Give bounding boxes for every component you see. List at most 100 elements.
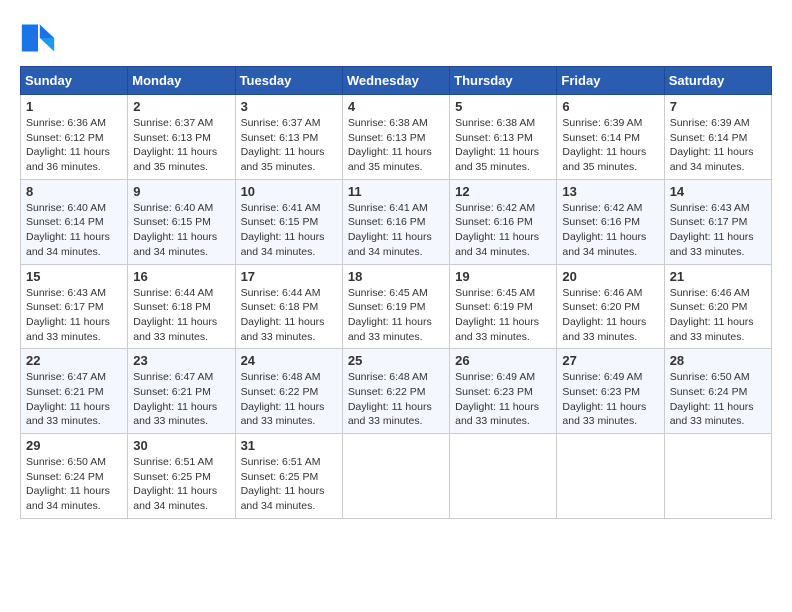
day-number: 29 — [26, 438, 122, 453]
calendar-cell — [557, 434, 664, 519]
day-info: Sunrise: 6:37 AMSunset: 6:13 PMDaylight:… — [133, 116, 229, 175]
day-header-sunday: Sunday — [21, 67, 128, 95]
day-number: 12 — [455, 184, 551, 199]
calendar-cell: 6 Sunrise: 6:39 AMSunset: 6:14 PMDayligh… — [557, 95, 664, 180]
day-info: Sunrise: 6:47 AMSunset: 6:21 PMDaylight:… — [133, 370, 229, 429]
day-number: 30 — [133, 438, 229, 453]
calendar-cell: 26 Sunrise: 6:49 AMSunset: 6:23 PMDaylig… — [450, 349, 557, 434]
calendar-cell: 17 Sunrise: 6:44 AMSunset: 6:18 PMDaylig… — [235, 264, 342, 349]
day-info: Sunrise: 6:50 AMSunset: 6:24 PMDaylight:… — [26, 455, 122, 514]
calendar-cell: 30 Sunrise: 6:51 AMSunset: 6:25 PMDaylig… — [128, 434, 235, 519]
day-info: Sunrise: 6:42 AMSunset: 6:16 PMDaylight:… — [455, 201, 551, 260]
day-info: Sunrise: 6:46 AMSunset: 6:20 PMDaylight:… — [670, 286, 766, 345]
calendar-cell: 21 Sunrise: 6:46 AMSunset: 6:20 PMDaylig… — [664, 264, 771, 349]
calendar-cell: 18 Sunrise: 6:45 AMSunset: 6:19 PMDaylig… — [342, 264, 449, 349]
day-number: 19 — [455, 269, 551, 284]
calendar-cell: 2 Sunrise: 6:37 AMSunset: 6:13 PMDayligh… — [128, 95, 235, 180]
day-number: 31 — [241, 438, 337, 453]
day-number: 9 — [133, 184, 229, 199]
calendar-cell — [342, 434, 449, 519]
day-info: Sunrise: 6:51 AMSunset: 6:25 PMDaylight:… — [133, 455, 229, 514]
day-info: Sunrise: 6:38 AMSunset: 6:13 PMDaylight:… — [455, 116, 551, 175]
calendar-cell: 31 Sunrise: 6:51 AMSunset: 6:25 PMDaylig… — [235, 434, 342, 519]
day-header-thursday: Thursday — [450, 67, 557, 95]
day-info: Sunrise: 6:51 AMSunset: 6:25 PMDaylight:… — [241, 455, 337, 514]
day-number: 21 — [670, 269, 766, 284]
day-number: 17 — [241, 269, 337, 284]
day-header-saturday: Saturday — [664, 67, 771, 95]
day-header-friday: Friday — [557, 67, 664, 95]
day-info: Sunrise: 6:40 AMSunset: 6:14 PMDaylight:… — [26, 201, 122, 260]
calendar-cell: 4 Sunrise: 6:38 AMSunset: 6:13 PMDayligh… — [342, 95, 449, 180]
calendar-week-3: 15 Sunrise: 6:43 AMSunset: 6:17 PMDaylig… — [21, 264, 772, 349]
day-number: 8 — [26, 184, 122, 199]
day-info: Sunrise: 6:43 AMSunset: 6:17 PMDaylight:… — [670, 201, 766, 260]
day-number: 24 — [241, 353, 337, 368]
calendar-cell: 13 Sunrise: 6:42 AMSunset: 6:16 PMDaylig… — [557, 179, 664, 264]
calendar-cell: 29 Sunrise: 6:50 AMSunset: 6:24 PMDaylig… — [21, 434, 128, 519]
day-info: Sunrise: 6:44 AMSunset: 6:18 PMDaylight:… — [133, 286, 229, 345]
day-number: 16 — [133, 269, 229, 284]
day-info: Sunrise: 6:43 AMSunset: 6:17 PMDaylight:… — [26, 286, 122, 345]
day-number: 28 — [670, 353, 766, 368]
calendar-cell: 15 Sunrise: 6:43 AMSunset: 6:17 PMDaylig… — [21, 264, 128, 349]
calendar-cell: 9 Sunrise: 6:40 AMSunset: 6:15 PMDayligh… — [128, 179, 235, 264]
calendar-cell: 16 Sunrise: 6:44 AMSunset: 6:18 PMDaylig… — [128, 264, 235, 349]
calendar-cell — [664, 434, 771, 519]
calendar-cell: 24 Sunrise: 6:48 AMSunset: 6:22 PMDaylig… — [235, 349, 342, 434]
page-header — [20, 20, 772, 56]
day-info: Sunrise: 6:46 AMSunset: 6:20 PMDaylight:… — [562, 286, 658, 345]
calendar-cell: 5 Sunrise: 6:38 AMSunset: 6:13 PMDayligh… — [450, 95, 557, 180]
logo — [20, 20, 62, 56]
day-number: 25 — [348, 353, 444, 368]
calendar-cell: 23 Sunrise: 6:47 AMSunset: 6:21 PMDaylig… — [128, 349, 235, 434]
calendar-week-1: 1 Sunrise: 6:36 AMSunset: 6:12 PMDayligh… — [21, 95, 772, 180]
calendar-week-2: 8 Sunrise: 6:40 AMSunset: 6:14 PMDayligh… — [21, 179, 772, 264]
day-number: 27 — [562, 353, 658, 368]
day-info: Sunrise: 6:49 AMSunset: 6:23 PMDaylight:… — [455, 370, 551, 429]
day-number: 6 — [562, 99, 658, 114]
day-info: Sunrise: 6:41 AMSunset: 6:16 PMDaylight:… — [348, 201, 444, 260]
day-info: Sunrise: 6:39 AMSunset: 6:14 PMDaylight:… — [670, 116, 766, 175]
day-info: Sunrise: 6:39 AMSunset: 6:14 PMDaylight:… — [562, 116, 658, 175]
day-info: Sunrise: 6:41 AMSunset: 6:15 PMDaylight:… — [241, 201, 337, 260]
calendar-week-5: 29 Sunrise: 6:50 AMSunset: 6:24 PMDaylig… — [21, 434, 772, 519]
day-info: Sunrise: 6:45 AMSunset: 6:19 PMDaylight:… — [455, 286, 551, 345]
day-info: Sunrise: 6:48 AMSunset: 6:22 PMDaylight:… — [348, 370, 444, 429]
day-info: Sunrise: 6:45 AMSunset: 6:19 PMDaylight:… — [348, 286, 444, 345]
calendar: SundayMondayTuesdayWednesdayThursdayFrid… — [20, 66, 772, 519]
day-info: Sunrise: 6:50 AMSunset: 6:24 PMDaylight:… — [670, 370, 766, 429]
calendar-cell: 27 Sunrise: 6:49 AMSunset: 6:23 PMDaylig… — [557, 349, 664, 434]
calendar-cell: 10 Sunrise: 6:41 AMSunset: 6:15 PMDaylig… — [235, 179, 342, 264]
day-number: 1 — [26, 99, 122, 114]
day-number: 18 — [348, 269, 444, 284]
calendar-cell — [450, 434, 557, 519]
day-info: Sunrise: 6:48 AMSunset: 6:22 PMDaylight:… — [241, 370, 337, 429]
day-number: 2 — [133, 99, 229, 114]
calendar-week-4: 22 Sunrise: 6:47 AMSunset: 6:21 PMDaylig… — [21, 349, 772, 434]
day-header-wednesday: Wednesday — [342, 67, 449, 95]
day-number: 13 — [562, 184, 658, 199]
calendar-cell: 22 Sunrise: 6:47 AMSunset: 6:21 PMDaylig… — [21, 349, 128, 434]
day-number: 23 — [133, 353, 229, 368]
day-number: 22 — [26, 353, 122, 368]
calendar-cell: 3 Sunrise: 6:37 AMSunset: 6:13 PMDayligh… — [235, 95, 342, 180]
day-number: 10 — [241, 184, 337, 199]
day-number: 15 — [26, 269, 122, 284]
calendar-cell: 19 Sunrise: 6:45 AMSunset: 6:19 PMDaylig… — [450, 264, 557, 349]
calendar-cell: 12 Sunrise: 6:42 AMSunset: 6:16 PMDaylig… — [450, 179, 557, 264]
calendar-cell: 28 Sunrise: 6:50 AMSunset: 6:24 PMDaylig… — [664, 349, 771, 434]
calendar-cell: 20 Sunrise: 6:46 AMSunset: 6:20 PMDaylig… — [557, 264, 664, 349]
day-number: 7 — [670, 99, 766, 114]
day-number: 11 — [348, 184, 444, 199]
logo-icon — [20, 20, 56, 56]
day-number: 5 — [455, 99, 551, 114]
day-info: Sunrise: 6:40 AMSunset: 6:15 PMDaylight:… — [133, 201, 229, 260]
day-header-tuesday: Tuesday — [235, 67, 342, 95]
day-header-monday: Monday — [128, 67, 235, 95]
day-info: Sunrise: 6:44 AMSunset: 6:18 PMDaylight:… — [241, 286, 337, 345]
calendar-cell: 14 Sunrise: 6:43 AMSunset: 6:17 PMDaylig… — [664, 179, 771, 264]
day-info: Sunrise: 6:38 AMSunset: 6:13 PMDaylight:… — [348, 116, 444, 175]
day-info: Sunrise: 6:36 AMSunset: 6:12 PMDaylight:… — [26, 116, 122, 175]
calendar-cell: 8 Sunrise: 6:40 AMSunset: 6:14 PMDayligh… — [21, 179, 128, 264]
